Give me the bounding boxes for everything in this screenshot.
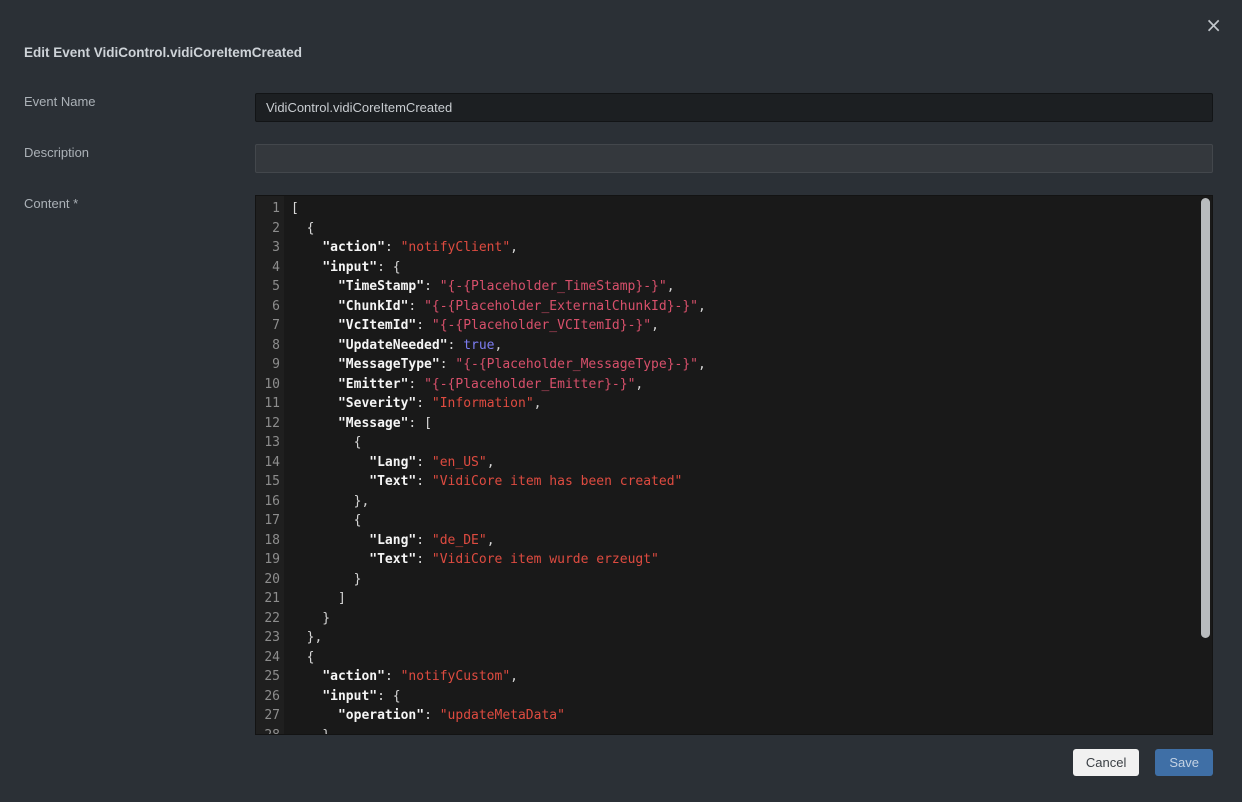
line-number: 4 xyxy=(256,258,280,278)
code-line: 24 { xyxy=(256,648,1212,668)
code-line: 26 "input": { xyxy=(256,687,1212,707)
code-line: 16 }, xyxy=(256,492,1212,512)
description-label: Description xyxy=(24,145,89,160)
code-line: 11 "Severity": "Information", xyxy=(256,394,1212,414)
line-number: 6 xyxy=(256,297,280,317)
line-number: 27 xyxy=(256,706,280,726)
code-line: 18 "Lang": "de_DE", xyxy=(256,531,1212,551)
code-line: 27 "operation": "updateMetaData" xyxy=(256,706,1212,726)
cancel-button[interactable]: Cancel xyxy=(1073,749,1139,776)
code-line: 9 "MessageType": "{-{Placeholder_Message… xyxy=(256,355,1212,375)
code-line: 12 "Message": [ xyxy=(256,414,1212,434)
code-line: 8 "UpdateNeeded": true, xyxy=(256,336,1212,356)
code-line: 2 { xyxy=(256,219,1212,239)
edit-event-modal: × Edit Event VidiControl.vidiCoreItemCre… xyxy=(0,0,1242,802)
code-lines: 1[2 {3 "action": "notifyClient",4 "input… xyxy=(256,196,1212,735)
line-number: 23 xyxy=(256,628,280,648)
code-line: 21 ] xyxy=(256,589,1212,609)
code-line: 1[ xyxy=(256,199,1212,219)
footer-buttons: Cancel Save xyxy=(1073,749,1213,776)
line-number: 18 xyxy=(256,531,280,551)
line-number: 20 xyxy=(256,570,280,590)
line-number: 12 xyxy=(256,414,280,434)
line-number: 17 xyxy=(256,511,280,531)
code-line: 7 "VcItemId": "{-{Placeholder_VCItemId}-… xyxy=(256,316,1212,336)
code-line: 17 { xyxy=(256,511,1212,531)
save-button[interactable]: Save xyxy=(1155,749,1213,776)
line-number: 10 xyxy=(256,375,280,395)
line-number: 26 xyxy=(256,687,280,707)
description-input[interactable] xyxy=(255,144,1213,173)
code-line: 19 "Text": "VidiCore item wurde erzeugt" xyxy=(256,550,1212,570)
modal-title: Edit Event VidiControl.vidiCoreItemCreat… xyxy=(24,45,302,60)
code-line: 6 "ChunkId": "{-{Placeholder_ExternalChu… xyxy=(256,297,1212,317)
line-number: 19 xyxy=(256,550,280,570)
line-number: 22 xyxy=(256,609,280,629)
line-number: 28 xyxy=(256,726,280,736)
line-number: 16 xyxy=(256,492,280,512)
code-line: 23 }, xyxy=(256,628,1212,648)
code-line: 5 "TimeStamp": "{-{Placeholder_TimeStamp… xyxy=(256,277,1212,297)
event-name-label: Event Name xyxy=(24,94,96,109)
line-number: 8 xyxy=(256,336,280,356)
code-line: 3 "action": "notifyClient", xyxy=(256,238,1212,258)
code-line: 20 } xyxy=(256,570,1212,590)
editor-scrollbar-thumb[interactable] xyxy=(1201,198,1210,638)
line-number: 2 xyxy=(256,219,280,239)
event-name-input[interactable] xyxy=(255,93,1213,122)
line-number: 7 xyxy=(256,316,280,336)
line-number: 13 xyxy=(256,433,280,453)
code-line: 28 } xyxy=(256,726,1212,736)
code-line: 25 "action": "notifyCustom", xyxy=(256,667,1212,687)
code-line: 13 { xyxy=(256,433,1212,453)
line-number: 14 xyxy=(256,453,280,473)
code-line: 10 "Emitter": "{-{Placeholder_Emitter}-}… xyxy=(256,375,1212,395)
line-number: 21 xyxy=(256,589,280,609)
code-line: 4 "input": { xyxy=(256,258,1212,278)
line-number: 3 xyxy=(256,238,280,258)
line-number: 11 xyxy=(256,394,280,414)
line-number: 25 xyxy=(256,667,280,687)
line-number: 9 xyxy=(256,355,280,375)
code-line: 22 } xyxy=(256,609,1212,629)
code-line: 14 "Lang": "en_US", xyxy=(256,453,1212,473)
content-label: Content * xyxy=(24,196,78,211)
line-number: 24 xyxy=(256,648,280,668)
code-line: 15 "Text": "VidiCore item has been creat… xyxy=(256,472,1212,492)
content-code-editor[interactable]: 1[2 {3 "action": "notifyClient",4 "input… xyxy=(255,195,1213,735)
line-number: 1 xyxy=(256,199,280,219)
close-icon[interactable]: × xyxy=(1205,15,1222,35)
line-number: 15 xyxy=(256,472,280,492)
line-number: 5 xyxy=(256,277,280,297)
